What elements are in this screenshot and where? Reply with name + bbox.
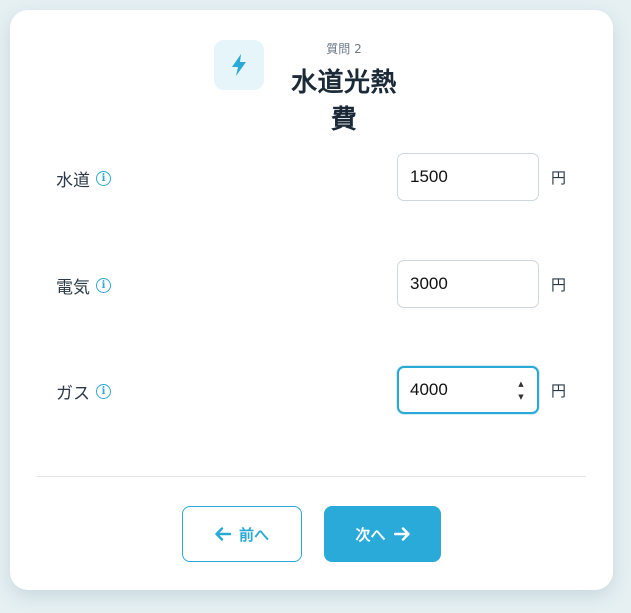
unit-label: 円: [551, 276, 567, 294]
field-row-electricity: 電気 i 円: [10, 260, 613, 310]
next-button[interactable]: 次へ: [324, 506, 441, 562]
unit-label: 円: [551, 382, 567, 400]
field-row-gas: ガス i ▲ ▼ 円: [10, 366, 613, 416]
arrow-right-icon: [393, 527, 410, 541]
divider: [37, 476, 586, 477]
prev-button[interactable]: 前へ: [182, 506, 302, 562]
page-title: 水道光熱費: [290, 68, 397, 135]
stepper-down-icon[interactable]: ▼: [518, 394, 523, 401]
info-icon[interactable]: i: [96, 171, 111, 186]
question-card: 質問 2 水道光熱費 水道 i 円 電気 i 円 ガス i ▲ ▼ 円: [10, 10, 613, 590]
number-stepper[interactable]: ▲ ▼: [515, 381, 527, 401]
field-label-electricity: 電気 i: [56, 273, 111, 298]
stepper-up-icon[interactable]: ▲: [518, 381, 523, 388]
lightning-bolt-icon: [214, 40, 264, 90]
unit-label: 円: [551, 169, 567, 187]
info-icon[interactable]: i: [96, 278, 111, 293]
electricity-amount-input[interactable]: [397, 260, 539, 308]
arrow-left-icon: [215, 527, 231, 541]
field-label-water: 水道 i: [56, 166, 111, 191]
field-label-text: ガス: [56, 384, 90, 404]
question-number: 質問 2: [326, 42, 362, 56]
next-button-label: 次へ: [355, 525, 386, 544]
info-icon[interactable]: i: [96, 384, 111, 399]
prev-button-label: 前へ: [238, 525, 269, 544]
field-row-water: 水道 i 円: [10, 153, 613, 203]
water-amount-input[interactable]: [397, 153, 539, 201]
field-label-text: 水道: [56, 171, 90, 191]
field-label-gas: ガス i: [56, 379, 111, 404]
field-label-text: 電気: [56, 278, 90, 298]
